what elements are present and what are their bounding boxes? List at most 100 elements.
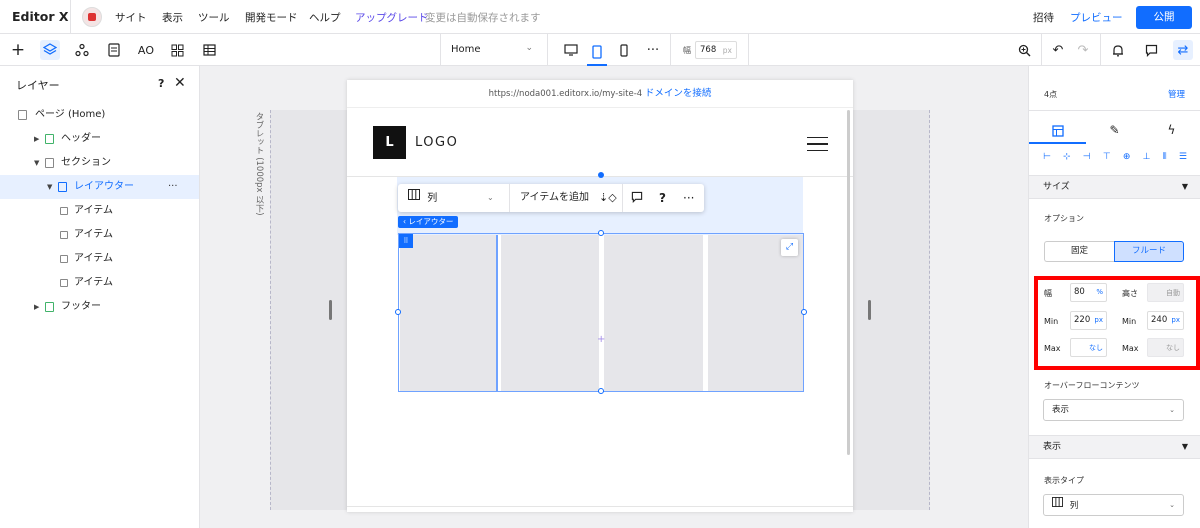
align-top-icon[interactable]: ⊤: [1103, 152, 1111, 164]
size-section-header[interactable]: サイズ ▼: [1029, 175, 1200, 199]
caret-right-icon[interactable]: ▶: [34, 127, 39, 151]
resize-handle-left[interactable]: [395, 309, 401, 315]
resize-handle-right[interactable]: [868, 300, 871, 320]
drag-handle-icon[interactable]: ⠿: [399, 234, 413, 248]
divider: [70, 0, 71, 34]
layouter-tag[interactable]: ‹ レイアウター: [398, 216, 459, 228]
expand-icon[interactable]: ⤢: [781, 239, 798, 256]
resize-handle-bottom[interactable]: [598, 388, 604, 394]
mobile-icon[interactable]: [614, 40, 634, 60]
preview-button[interactable]: プレビュー: [1070, 10, 1123, 25]
typography-icon[interactable]: A𝖮: [136, 40, 156, 60]
publish-button[interactable]: 公開: [1136, 6, 1192, 29]
logo-mark[interactable]: L: [373, 126, 406, 159]
comment-icon[interactable]: [631, 184, 643, 212]
menu-help[interactable]: ヘルプ: [309, 10, 341, 25]
menu-view[interactable]: 表示: [162, 10, 183, 25]
manage-link[interactable]: 管理: [1168, 88, 1185, 100]
layouter-item[interactable]: [501, 235, 599, 391]
close-icon[interactable]: ✕: [174, 75, 186, 91]
align-right-icon[interactable]: ⊣: [1083, 152, 1091, 164]
layer-layouter[interactable]: ▼ レイアウター ···: [0, 175, 199, 199]
layer-header[interactable]: ▶ ヘッダー: [0, 127, 199, 151]
comment-icon[interactable]: [1141, 40, 1161, 60]
invite-button[interactable]: 招待: [1033, 10, 1054, 25]
fluid-option-button[interactable]: フルード: [1114, 241, 1184, 262]
distribute-horizontal-icon[interactable]: ⦀: [1163, 152, 1167, 164]
scrollbar[interactable]: [847, 110, 850, 455]
menu-dev-mode[interactable]: 開発モード: [245, 10, 298, 25]
grid-icon[interactable]: [167, 40, 187, 60]
layouter-item[interactable]: [604, 235, 703, 391]
center-plus-icon: +: [597, 334, 606, 345]
hamburger-menu-icon[interactable]: [807, 137, 828, 151]
add-icon[interactable]: +: [8, 40, 28, 60]
resize-handle-top[interactable]: [598, 230, 604, 236]
site-avatar[interactable]: [82, 7, 102, 27]
fixed-option-button[interactable]: 固定: [1044, 241, 1114, 262]
upgrade-link[interactable]: アップグレード: [355, 10, 429, 25]
more-icon[interactable]: ···: [168, 175, 178, 199]
resize-handle-right[interactable]: [801, 309, 807, 315]
table-icon[interactable]: [199, 40, 219, 60]
layer-item[interactable]: アイテム: [0, 247, 199, 271]
layouter-container[interactable]: ⠿ ⤢ +: [395, 230, 807, 394]
canvas-width-input[interactable]: 768 px: [695, 41, 737, 59]
logo-text[interactable]: LOGO: [415, 135, 458, 150]
tab-interactions[interactable]: ϟ: [1143, 121, 1200, 144]
redo-icon[interactable]: ↷: [1073, 40, 1093, 60]
display-section-header[interactable]: 表示 ▼: [1029, 435, 1200, 459]
layer-item[interactable]: アイテム: [0, 199, 199, 223]
layer-section[interactable]: ▼ セクション: [0, 151, 199, 175]
overflow-dropdown[interactable]: 表示 ⌄: [1043, 399, 1184, 421]
add-item-button[interactable]: アイテムを追加: [520, 184, 589, 212]
zoom-icon[interactable]: [1014, 40, 1034, 60]
layer-item[interactable]: アイテム: [0, 271, 199, 295]
columns-dropdown-value: 列: [427, 193, 438, 204]
layout-toggle-icon[interactable]: ⇣◇: [599, 184, 617, 212]
tab-design[interactable]: ✎: [1086, 121, 1143, 144]
align-middle-icon[interactable]: ⊕: [1123, 152, 1131, 164]
undo-icon[interactable]: ↶: [1048, 40, 1068, 60]
tablet-icon[interactable]: [587, 40, 607, 66]
layers-icon[interactable]: [40, 40, 60, 60]
layers-panel-title: レイヤー: [16, 79, 60, 92]
more-breakpoints-icon[interactable]: ···: [643, 40, 663, 60]
editor-canvas[interactable]: タブレット (1000px 以下) https://noda001.editor…: [200, 66, 1028, 528]
size-section-title: サイズ: [1043, 182, 1070, 192]
bell-icon[interactable]: [1108, 40, 1128, 60]
pages-icon[interactable]: [104, 40, 124, 60]
layer-item[interactable]: アイテム: [0, 223, 199, 247]
resize-handle-left[interactable]: [329, 300, 332, 320]
inspector-toggle-icon[interactable]: ⇄: [1173, 40, 1193, 60]
menu-tools[interactable]: ツール: [198, 10, 230, 25]
menu-site[interactable]: サイト: [115, 10, 147, 25]
selection-top-handle[interactable]: [598, 172, 604, 178]
layer-page[interactable]: ページ (Home): [0, 103, 199, 127]
layouter-item[interactable]: [400, 235, 496, 391]
layer-footer[interactable]: ▶ フッター: [0, 295, 199, 319]
tab-layout[interactable]: [1029, 121, 1086, 144]
connections-icon[interactable]: [72, 40, 92, 60]
caret-right-icon[interactable]: ▶: [34, 295, 39, 319]
page-selector[interactable]: Home ⌄: [441, 34, 547, 66]
align-bottom-icon[interactable]: ⊥: [1143, 152, 1151, 164]
layouter-item[interactable]: [708, 235, 803, 391]
caret-down-icon[interactable]: ▼: [34, 151, 39, 175]
chevron-down-icon: ⌄: [525, 43, 533, 53]
align-center-icon[interactable]: ⊹: [1063, 152, 1071, 164]
columns-dropdown[interactable]: 列 ⌄: [408, 184, 494, 212]
divider: [1029, 110, 1200, 111]
site-url: https://noda001.editorx.io/my-site-4: [488, 89, 643, 99]
align-left-icon[interactable]: ⊢: [1043, 152, 1051, 164]
help-icon[interactable]: ?: [659, 184, 666, 212]
layer-label: アイテム: [74, 229, 113, 240]
display-type-dropdown[interactable]: 列 ⌄: [1043, 494, 1184, 516]
connect-domain-link[interactable]: ドメインを接続: [645, 88, 712, 99]
more-icon[interactable]: ···: [683, 184, 694, 212]
overflow-value: 表示: [1052, 405, 1070, 415]
help-icon[interactable]: ?: [158, 77, 164, 90]
distribute-vertical-icon[interactable]: ☰: [1179, 152, 1187, 164]
desktop-icon[interactable]: [561, 40, 581, 60]
caret-down-icon[interactable]: ▼: [47, 175, 52, 199]
